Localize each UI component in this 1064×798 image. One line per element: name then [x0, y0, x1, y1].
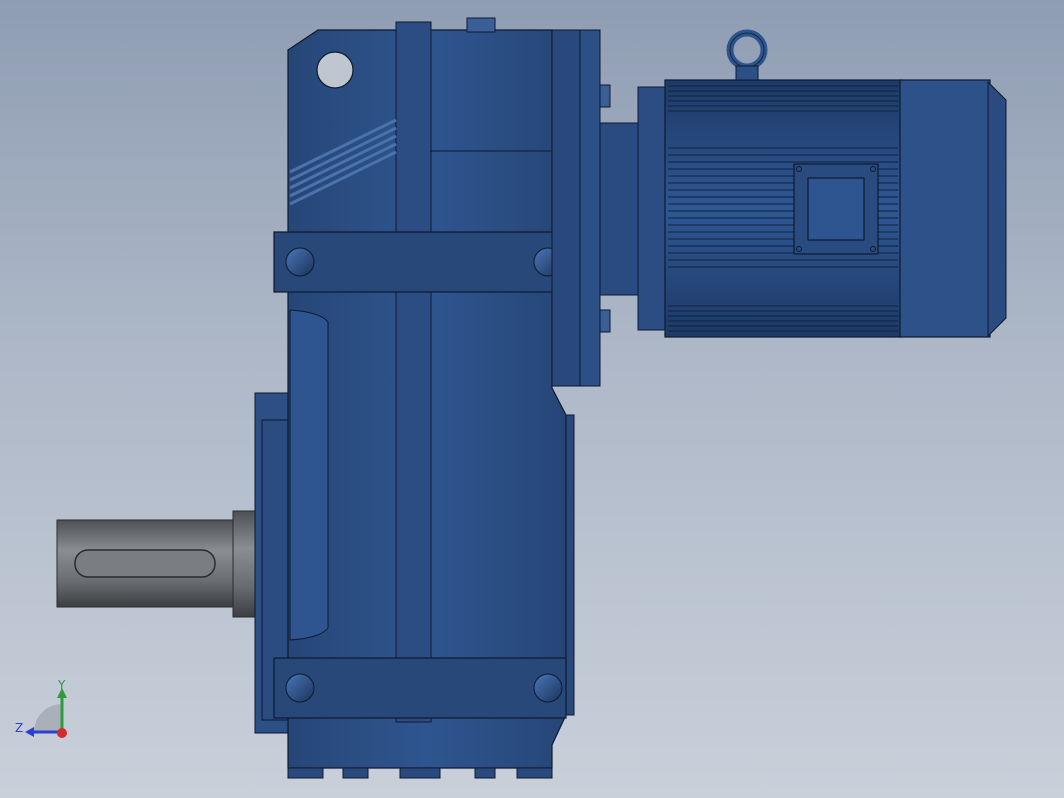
- eye-bolt-icon: [726, 29, 768, 81]
- terminal-box[interactable]: [793, 163, 879, 255]
- flange-bolt-icon: [599, 309, 611, 333]
- upper-clamp-bar[interactable]: [273, 231, 567, 293]
- view-triad[interactable]: Y Z: [12, 676, 82, 746]
- bolt-icon: [533, 673, 563, 703]
- electric-motor[interactable]: [637, 29, 1007, 338]
- motor-adapter-flange[interactable]: [551, 29, 641, 387]
- bolt-icon: [285, 247, 315, 277]
- triad-z-label: Z: [15, 721, 24, 735]
- shaft-keyway: [74, 549, 216, 578]
- gear-motor-model[interactable]: [0, 0, 1064, 798]
- housing-feet: [287, 767, 553, 779]
- lower-clamp-bar[interactable]: [273, 657, 567, 719]
- triad-y-label: Y: [58, 678, 66, 692]
- bolt-icon: [285, 673, 315, 703]
- output-shaft[interactable]: [56, 510, 258, 618]
- flange-bolt-icon: [599, 84, 611, 108]
- graphics-viewport[interactable]: Y Z: [0, 0, 1064, 798]
- lifting-hole: [316, 51, 354, 89]
- top-bolt-icon: [466, 17, 496, 33]
